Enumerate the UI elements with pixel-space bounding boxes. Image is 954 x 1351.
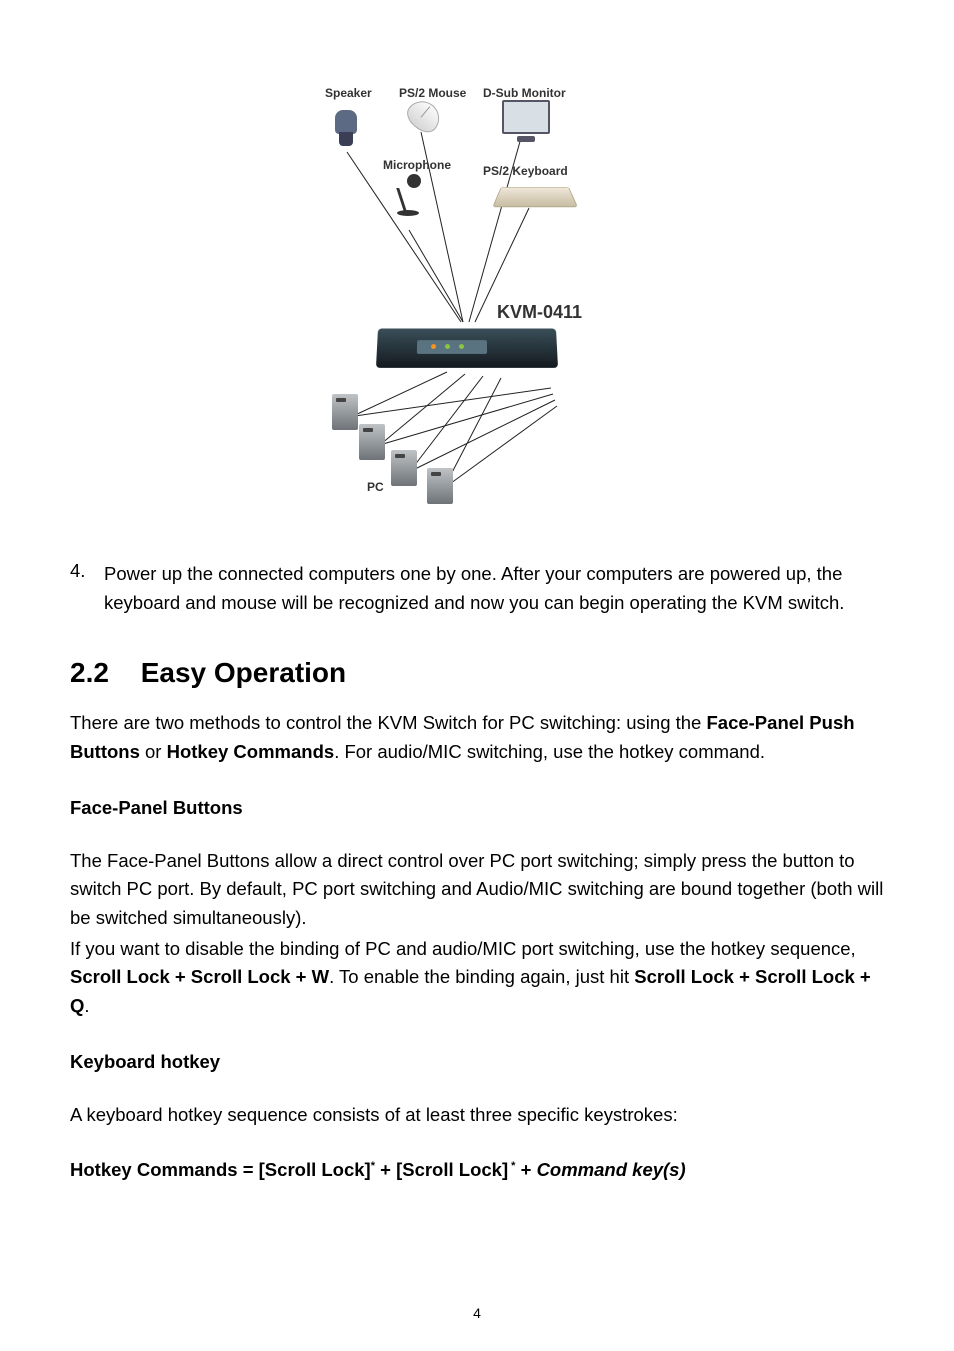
label-ps2-keyboard: PS/2 Keyboard	[483, 164, 568, 178]
face-panel-p1: The Face-Panel Buttons allow a direct co…	[70, 847, 884, 933]
section-number: 2.2	[70, 657, 109, 689]
heading-keyboard-hotkey: Keyboard hotkey	[70, 1051, 884, 1073]
label-speaker: Speaker	[325, 86, 372, 100]
step-4-number: 4.	[70, 560, 104, 617]
mouse-icon	[402, 94, 446, 137]
label-kvm-model: KVM-0411	[497, 302, 582, 323]
section-heading: 2.2 Easy Operation	[70, 657, 884, 689]
connection-diagram: Speaker PS/2 Mouse D-Sub Monitor Microph…	[70, 80, 884, 500]
intro-paragraph: There are two methods to control the KVM…	[70, 709, 884, 766]
intro-text-mid: or	[140, 741, 167, 762]
hotkey-formula: Hotkey Commands = [Scroll Lock]* + [Scro…	[70, 1159, 884, 1181]
face-panel-p2: If you want to disable the binding of PC…	[70, 935, 884, 1021]
pc-icon	[359, 424, 385, 460]
formula-command-key: Command key(s)	[537, 1159, 686, 1180]
face-p2-pre: If you want to disable the binding of PC…	[70, 938, 856, 959]
monitor-icon	[502, 100, 550, 142]
face-p2-bold1: Scroll Lock + Scroll Lock + W	[70, 966, 329, 987]
label-ps2-mouse: PS/2 Mouse	[399, 86, 466, 100]
step-4: 4. Power up the connected computers one …	[70, 560, 884, 617]
keyboard-icon	[497, 184, 571, 206]
pc-icon	[391, 450, 417, 486]
label-pc: PC	[367, 480, 384, 494]
intro-text-post: . For audio/MIC switching, use the hotke…	[334, 741, 765, 762]
intro-bold-hotkey: Hotkey Commands	[167, 741, 335, 762]
face-p2-mid: . To enable the binding again, just hit	[329, 966, 634, 987]
intro-text-pre: There are two methods to control the KVM…	[70, 712, 706, 733]
microphone-icon	[397, 174, 421, 228]
page-number: 4	[473, 1305, 481, 1321]
label-microphone: Microphone	[383, 158, 451, 172]
diagram-canvas: Speaker PS/2 Mouse D-Sub Monitor Microph…	[297, 80, 657, 500]
formula-plus2: +	[515, 1159, 536, 1180]
formula-plus1: + [Scroll Lock]	[375, 1159, 508, 1180]
section-title: Easy Operation	[141, 657, 346, 688]
kvm-switch-icon	[376, 329, 558, 368]
speaker-icon	[332, 110, 360, 150]
formula-lhs: Hotkey Commands = [Scroll Lock]	[70, 1159, 371, 1180]
keyboard-hotkey-p1: A keyboard hotkey sequence consists of a…	[70, 1101, 884, 1130]
pc-icon	[332, 394, 358, 430]
label-dsub-monitor: D-Sub Monitor	[483, 86, 566, 100]
face-p2-post: .	[84, 995, 89, 1016]
pc-icon	[427, 468, 453, 504]
heading-face-panel-buttons: Face-Panel Buttons	[70, 797, 884, 819]
step-4-text: Power up the connected computers one by …	[104, 560, 884, 617]
